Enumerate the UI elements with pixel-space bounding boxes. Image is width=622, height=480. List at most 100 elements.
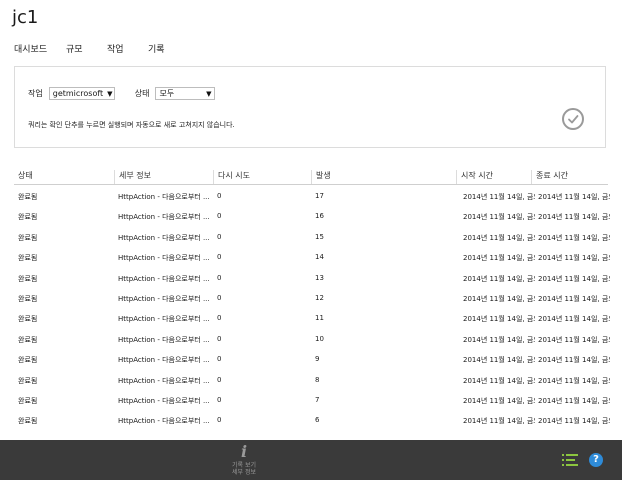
column-header-details[interactable]: 세부 정보 bbox=[114, 170, 151, 184]
occurrence-cell: 10 bbox=[315, 334, 324, 343]
filter-row: 작업 getmicrosoft ▼ 상태 모두 ▼ bbox=[28, 87, 216, 100]
end-time-cell: 2014년 11월 14일, 금요... bbox=[538, 396, 610, 405]
retries-cell: 0 bbox=[217, 273, 222, 282]
details-cell: HttpAction - 다음으로부터 ... bbox=[118, 335, 210, 344]
start-time-cell: 2014년 11월 14일, 금요... bbox=[463, 193, 535, 201]
end-time-cell: 2014년 11월 14일, 금요... bbox=[538, 376, 610, 385]
column-header-end-time[interactable]: 종료 시간 bbox=[531, 170, 568, 184]
tab-bar: 대시보드 규모 작업 기록 bbox=[14, 42, 165, 55]
start-time-cell: 2014년 11월 14일, 금요... bbox=[463, 274, 535, 283]
table-row[interactable]: 완료됨 HttpAction - 다음으로부터 ... 0 10 2014년 11월 1… bbox=[14, 328, 610, 348]
info-icon: i bbox=[240, 442, 248, 461]
checkmark-icon bbox=[568, 115, 579, 124]
table-row[interactable]: 완료됨 HttpAction - 다음으로부터 ... 0 14 2014년 11월 1… bbox=[14, 246, 610, 266]
table-row[interactable]: 완료됨 HttpAction - 다음으로부터 ... 0 15 2014년 11월 1… bbox=[14, 226, 610, 246]
table-row[interactable]: 완료됨 HttpAction - 다음으로부터 ... 0 17 2014년 11월 1… bbox=[14, 185, 610, 205]
end-time-cell: 2014년 11월 14일, 금요... bbox=[538, 356, 610, 365]
status-cell: 완료됨 bbox=[18, 294, 38, 303]
occurrence-cell: 14 bbox=[315, 253, 324, 262]
column-header-start-time[interactable]: 시작 시간 bbox=[456, 170, 493, 184]
retries-cell: 0 bbox=[217, 375, 222, 384]
retries-cell: 0 bbox=[217, 293, 222, 302]
tab-scale[interactable]: 규모 bbox=[66, 42, 107, 55]
start-time-cell: 2014년 11월 14일, 금요... bbox=[463, 294, 535, 303]
details-cell: HttpAction - 다음으로부터 ... bbox=[118, 274, 210, 283]
details-cell: HttpAction - 다음으로부터 ... bbox=[118, 396, 210, 405]
details-cell: HttpAction - 다음으로부터 ... bbox=[118, 254, 210, 263]
occurrence-cell: 16 bbox=[315, 212, 324, 221]
table-row[interactable]: 완료됨 HttpAction - 다음으로부터 ... 0 12 2014년 11월 1… bbox=[14, 287, 610, 307]
table-row[interactable]: 완료됨 HttpAction - 다음으로부터 ... 0 16 2014년 11월 1… bbox=[14, 205, 610, 225]
state-select[interactable]: 모두 ▼ bbox=[155, 87, 216, 100]
occurrence-cell: 15 bbox=[315, 232, 324, 241]
details-cell: HttpAction - 다음으로부터 ... bbox=[118, 356, 210, 365]
table-body: 완료됨 HttpAction - 다음으로부터 ... 0 17 2014년 11월 1… bbox=[14, 185, 610, 430]
status-cell: 완료됨 bbox=[18, 213, 38, 222]
details-cell: HttpAction - 다음으로부터 ... bbox=[118, 376, 210, 385]
details-cell: HttpAction - 다음으로부터 ... bbox=[118, 294, 210, 303]
table-row[interactable]: 완료됨 HttpAction - 다음으로부터 ... 0 7 2014년 11월 14… bbox=[14, 389, 610, 409]
table-row[interactable]: 완료됨 HttpAction - 다음으로부터 ... 0 6 2014년 11월 14… bbox=[14, 409, 610, 429]
occurrence-cell: 7 bbox=[315, 395, 320, 404]
state-select-value: 모두 bbox=[159, 89, 175, 98]
start-time-cell: 2014년 11월 14일, 금요... bbox=[463, 213, 535, 222]
start-time-cell: 2014년 11월 14일, 금요... bbox=[463, 376, 535, 385]
table-row[interactable]: 완료됨 HttpAction - 다음으로부터 ... 0 8 2014년 11월 14… bbox=[14, 369, 610, 389]
status-cell: 완료됨 bbox=[18, 254, 38, 263]
start-time-cell: 2014년 11월 14일, 금요... bbox=[463, 417, 535, 426]
retries-cell: 0 bbox=[217, 355, 222, 364]
table-row[interactable]: 완료됨 HttpAction - 다음으로부터 ... 0 11 2014년 11월 1… bbox=[14, 307, 610, 327]
view-history-label-1: 기록 보기 bbox=[232, 462, 256, 469]
view-history-label-2: 세부 정보 bbox=[232, 469, 256, 476]
tab-dashboard[interactable]: 대시보드 bbox=[14, 42, 66, 55]
occurrence-cell: 8 bbox=[315, 375, 320, 384]
list-icon[interactable] bbox=[562, 453, 578, 467]
retries-cell: 0 bbox=[217, 253, 222, 262]
column-header-occurrence[interactable]: 발생 bbox=[311, 170, 331, 184]
job-select-value: getmicrosoft bbox=[52, 89, 104, 98]
start-time-cell: 2014년 11월 14일, 금요... bbox=[463, 356, 535, 365]
table-row[interactable]: 완료됨 HttpAction - 다음으로부터 ... 0 13 2014년 11월 1… bbox=[14, 267, 610, 287]
start-time-cell: 2014년 11월 14일, 금요... bbox=[463, 233, 535, 242]
command-bar: i 기록 보기 세부 정보 bbox=[0, 440, 622, 480]
help-icon[interactable]: ? bbox=[589, 453, 603, 467]
occurrence-cell: 11 bbox=[315, 314, 324, 323]
end-time-cell: 2014년 11월 14일, 금요... bbox=[538, 233, 610, 242]
tab-history[interactable]: 기록 bbox=[148, 42, 165, 55]
details-cell: HttpAction - 다음으로부터 ... bbox=[118, 233, 210, 242]
column-header-retries[interactable]: 다시 시도 bbox=[213, 170, 250, 184]
occurrence-cell: 12 bbox=[315, 293, 324, 302]
status-cell: 완료됨 bbox=[18, 356, 38, 365]
start-time-cell: 2014년 11월 14일, 금요... bbox=[463, 315, 535, 324]
details-cell: HttpAction - 다음으로부터 ... bbox=[118, 193, 210, 201]
end-time-cell: 2014년 11월 14일, 금요... bbox=[538, 274, 610, 283]
details-cell: HttpAction - 다음으로부터 ... bbox=[118, 315, 210, 324]
occurrence-cell: 6 bbox=[315, 416, 320, 425]
chevron-down-icon: ▼ bbox=[107, 89, 113, 98]
end-time-cell: 2014년 11월 14일, 금요... bbox=[538, 193, 610, 201]
retries-cell: 0 bbox=[217, 314, 222, 323]
start-time-cell: 2014년 11월 14일, 금요... bbox=[463, 335, 535, 344]
column-header-status[interactable]: 상태 bbox=[18, 170, 33, 184]
end-time-cell: 2014년 11월 14일, 금요... bbox=[538, 294, 610, 303]
run-query-button[interactable] bbox=[562, 108, 584, 130]
job-select[interactable]: getmicrosoft ▼ bbox=[48, 87, 115, 100]
status-cell: 완료됨 bbox=[18, 376, 38, 385]
page-title: jc1 bbox=[12, 7, 39, 28]
occurrence-cell: 17 bbox=[315, 192, 324, 200]
table-row[interactable]: 완료됨 HttpAction - 다음으로부터 ... 0 9 2014년 11월 14… bbox=[14, 348, 610, 368]
tab-jobs[interactable]: 작업 bbox=[107, 42, 148, 55]
end-time-cell: 2014년 11월 14일, 금요... bbox=[538, 417, 610, 426]
query-info-text: 쿼리는 확인 단추를 누르면 실행되며 자동으로 새로 고쳐지지 않습니다. bbox=[28, 121, 235, 129]
occurrence-cell: 9 bbox=[315, 355, 320, 364]
end-time-cell: 2014년 11월 14일, 금요... bbox=[538, 213, 610, 222]
retries-cell: 0 bbox=[217, 192, 222, 200]
start-time-cell: 2014년 11월 14일, 금요... bbox=[463, 396, 535, 405]
retries-cell: 0 bbox=[217, 395, 222, 404]
status-cell: 완료됨 bbox=[18, 417, 38, 426]
table-header: 상태 세부 정보 다시 시도 발생 시작 시간 종료 시간 bbox=[14, 167, 608, 185]
view-history-details-button[interactable]: i 기록 보기 세부 정보 bbox=[224, 442, 264, 476]
details-cell: HttpAction - 다음으로부터 ... bbox=[118, 213, 210, 222]
state-filter-label: 상태 bbox=[134, 89, 150, 98]
status-cell: 완료됨 bbox=[18, 193, 38, 201]
